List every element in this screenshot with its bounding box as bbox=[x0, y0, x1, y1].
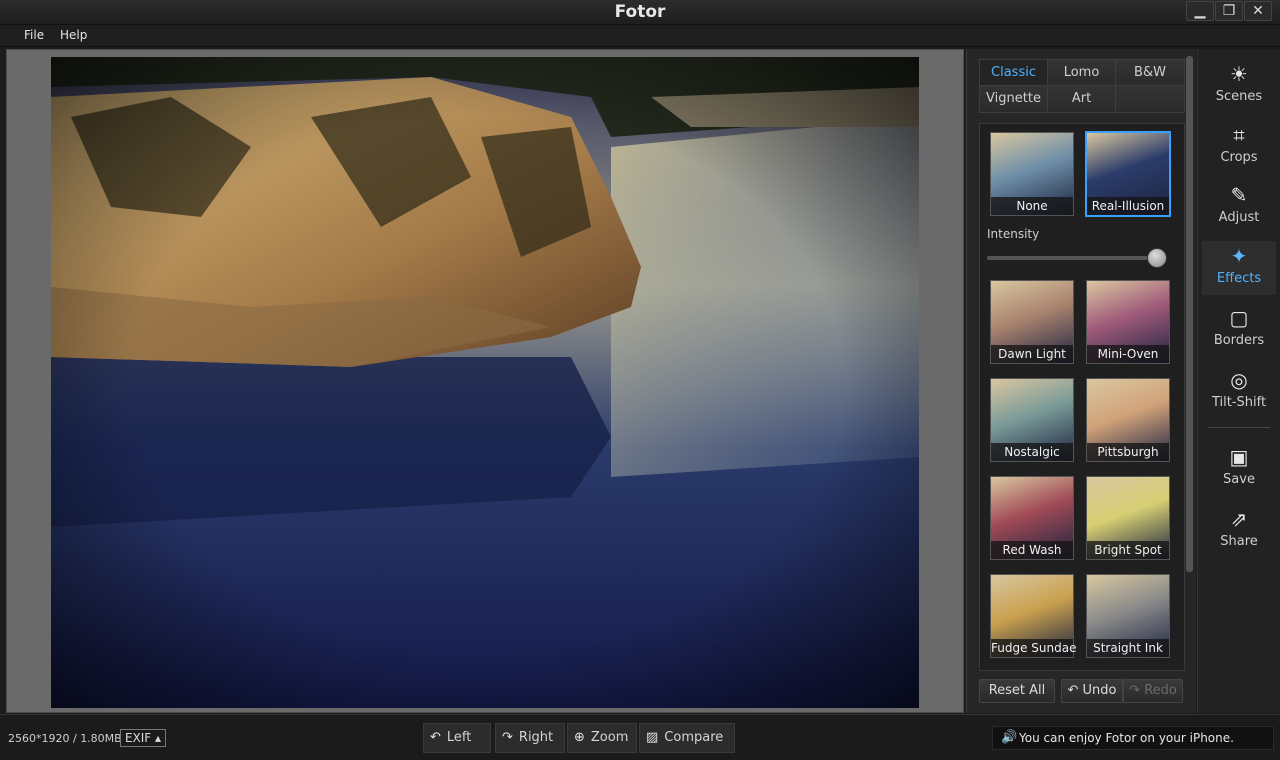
effect-label: Mini-Oven bbox=[1087, 345, 1169, 363]
undo-label: Undo bbox=[1082, 683, 1117, 698]
nav-crops[interactable]: ⌗ Crops bbox=[1202, 120, 1276, 174]
nav-label: Save bbox=[1223, 472, 1255, 487]
nav-label: Scenes bbox=[1215, 89, 1263, 104]
effect-thumb-red-wash[interactable]: Red Wash bbox=[990, 476, 1074, 560]
promo-text: You can enjoy Fotor on your iPhone. bbox=[1019, 731, 1234, 745]
nav-tilt-shift[interactable]: ◎ Tilt-Shift bbox=[1202, 365, 1276, 419]
tab-classic[interactable]: Classic bbox=[980, 60, 1048, 86]
nav-scenes[interactable]: ☀ Scenes bbox=[1202, 59, 1276, 113]
effects-thumbnail-list[interactable]: None Real-Illusion Dawn Light Mini-Oven … bbox=[979, 123, 1185, 671]
promo-banner[interactable]: 🔊 You can enjoy Fotor on your iPhone. bbox=[992, 726, 1274, 750]
sparkle-icon: ✦ bbox=[1230, 244, 1248, 268]
nav-label: Share bbox=[1220, 534, 1258, 549]
effect-label: Bright Spot bbox=[1087, 541, 1169, 559]
effects-panel: Classic Lomo B&W Vignette Art None Real-… bbox=[966, 49, 1196, 713]
menu-bar: File Help bbox=[0, 25, 1280, 47]
tool-label: Right bbox=[518, 730, 554, 745]
effect-thumb-fudge-sundae[interactable]: Fudge Sundae bbox=[990, 574, 1077, 658]
undo-button[interactable]: ↶ Undo bbox=[1061, 679, 1123, 703]
compare-button[interactable]: ▨ Compare bbox=[639, 723, 735, 753]
effect-label: Pittsburgh bbox=[1087, 443, 1169, 461]
minimize-button[interactable]: ▁ bbox=[1186, 1, 1214, 21]
nav-divider bbox=[1208, 427, 1270, 428]
tab-empty bbox=[1116, 86, 1184, 112]
nav-label: Adjust bbox=[1218, 210, 1260, 225]
nav-label: Crops bbox=[1220, 150, 1258, 165]
close-button[interactable]: ✕ bbox=[1244, 1, 1272, 21]
exif-button[interactable]: EXIF ▴ bbox=[120, 729, 166, 747]
redo-button[interactable]: ↷ Redo bbox=[1123, 679, 1183, 703]
effect-thumb-nostalgic[interactable]: Nostalgic bbox=[990, 378, 1074, 462]
effect-category-tabs: Classic Lomo B&W Vignette Art bbox=[979, 59, 1185, 113]
effect-thumb-pittsburgh[interactable]: Pittsburgh bbox=[1086, 378, 1170, 462]
nav-save[interactable]: ▣ Save bbox=[1202, 442, 1276, 496]
effect-thumb-real-illusion[interactable]: Real-Illusion bbox=[1085, 131, 1171, 217]
nav-borders[interactable]: ▢ Borders bbox=[1202, 303, 1276, 357]
effect-thumb-bright-spot[interactable]: Bright Spot bbox=[1086, 476, 1170, 560]
tab-vignette[interactable]: Vignette bbox=[980, 86, 1048, 112]
intensity-label: Intensity bbox=[987, 227, 1040, 241]
tab-art[interactable]: Art bbox=[1048, 86, 1116, 112]
nav-adjust[interactable]: ✎ Adjust bbox=[1202, 180, 1276, 234]
effect-thumb-dawn-light[interactable]: Dawn Light bbox=[990, 280, 1074, 364]
tool-label: Zoom bbox=[590, 730, 629, 745]
rotate-left-button[interactable]: ↶ Left bbox=[423, 723, 491, 753]
image-dimensions: 2560*1920 / 1.80MB bbox=[8, 732, 122, 745]
effect-label: Fudge Sundae bbox=[991, 639, 1077, 657]
rotate-right-button[interactable]: ↷ Right bbox=[495, 723, 565, 753]
effect-label: Nostalgic bbox=[991, 443, 1073, 461]
zoom-button[interactable]: ⊕ Zoom bbox=[567, 723, 637, 753]
rotate-right-icon: ↷ bbox=[502, 730, 513, 745]
history-buttons: Reset All ↶ Undo ↷ Redo bbox=[979, 679, 1185, 703]
menu-file[interactable]: File bbox=[24, 28, 44, 42]
zoom-icon: ⊕ bbox=[574, 730, 585, 745]
target-icon: ◎ bbox=[1230, 368, 1248, 392]
nav-label: Effects bbox=[1216, 271, 1262, 286]
nav-effects[interactable]: ✦ Effects bbox=[1202, 241, 1276, 295]
pencil-icon: ✎ bbox=[1230, 183, 1248, 207]
nav-label: Tilt-Shift bbox=[1211, 395, 1267, 410]
effect-label: Straight Ink bbox=[1087, 639, 1169, 657]
canvas-area[interactable] bbox=[6, 49, 964, 713]
tool-label: Compare bbox=[664, 730, 724, 745]
tab-bw[interactable]: B&W bbox=[1116, 60, 1184, 86]
maximize-button[interactable]: ❐ bbox=[1215, 1, 1243, 21]
sun-icon: ☀ bbox=[1230, 62, 1248, 86]
nav-share[interactable]: ⇗ Share bbox=[1202, 504, 1276, 558]
redo-icon: ↷ bbox=[1129, 683, 1145, 698]
intensity-slider[interactable] bbox=[987, 248, 1167, 268]
nav-label: Borders bbox=[1213, 333, 1265, 348]
effect-thumb-none[interactable]: None bbox=[990, 132, 1074, 216]
crop-icon: ⌗ bbox=[1233, 123, 1245, 147]
effect-label: Red Wash bbox=[991, 541, 1073, 559]
effect-label: None bbox=[991, 197, 1073, 215]
save-icon: ▣ bbox=[1229, 445, 1249, 469]
reset-all-button[interactable]: Reset All bbox=[979, 679, 1055, 703]
intensity-slider-handle[interactable] bbox=[1147, 248, 1167, 268]
app-title: Fotor bbox=[614, 2, 666, 22]
effect-label: Dawn Light bbox=[991, 345, 1073, 363]
tool-label: Left bbox=[446, 730, 472, 745]
edited-photo[interactable] bbox=[51, 57, 919, 708]
image-icon: ▨ bbox=[646, 730, 659, 745]
redo-label: Redo bbox=[1144, 683, 1177, 698]
effect-label: Real-Illusion bbox=[1087, 197, 1169, 215]
share-icon: ⇗ bbox=[1230, 507, 1248, 531]
undo-icon: ↶ bbox=[1067, 683, 1083, 698]
title-bar: Fotor ▁ ❐ ✕ bbox=[0, 0, 1280, 25]
module-nav: ☀ Scenes ⌗ Crops ✎ Adjust ✦ Effects ▢ Borders… bbox=[1197, 49, 1280, 713]
effect-thumb-mini-oven[interactable]: Mini-Oven bbox=[1086, 280, 1170, 364]
speaker-icon: 🔊 bbox=[1001, 730, 1018, 745]
effect-thumb-straight-ink[interactable]: Straight Ink bbox=[1086, 574, 1170, 658]
border-frame-icon: ▢ bbox=[1229, 306, 1249, 330]
tab-lomo[interactable]: Lomo bbox=[1048, 60, 1116, 86]
menu-help[interactable]: Help bbox=[60, 28, 87, 42]
rotate-left-icon: ↶ bbox=[430, 730, 441, 745]
status-bar: 2560*1920 / 1.80MB EXIF ▴ ↶ Left ↷ Right ⊕… bbox=[0, 714, 1280, 760]
effects-scrollbar[interactable] bbox=[1186, 56, 1193, 572]
